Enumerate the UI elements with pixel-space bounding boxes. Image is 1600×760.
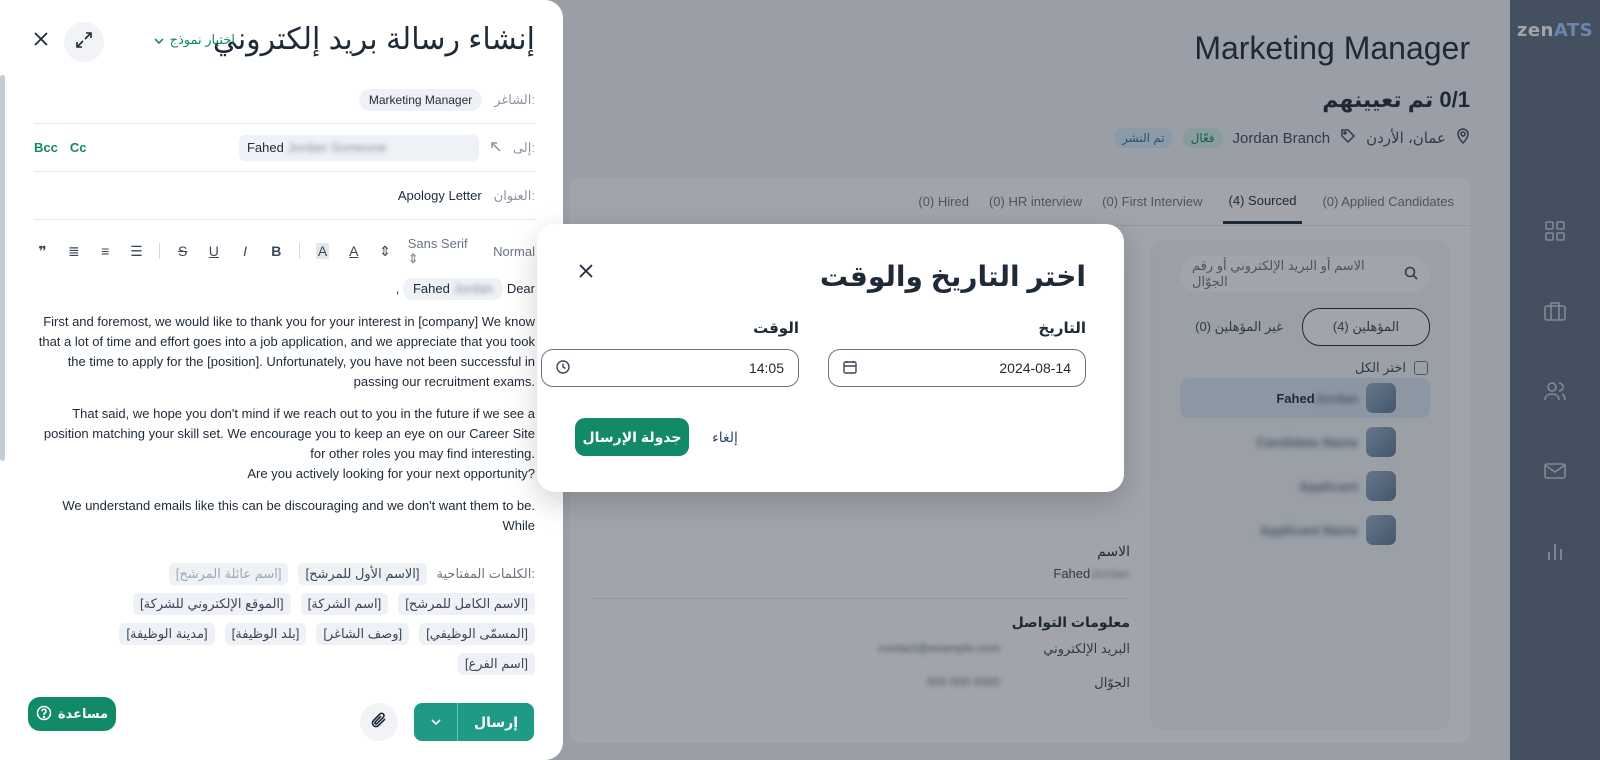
greeting-comma: , [395,281,403,296]
time-label: الوقت [753,320,799,337]
cc-button[interactable]: Cc [70,140,87,155]
schedule-modal: اختر التاريخ والوقت التاريخ الوقت 2024-0… [537,224,1124,492]
highlight-icon[interactable]: A [314,242,331,260]
bcc-button[interactable]: Bcc [34,140,58,155]
keyword-chip[interactable]: [المسمّى الوظيفي] [419,623,535,645]
date-value: 2024-08-14 [999,360,1071,376]
close-composer-button[interactable] [30,30,52,52]
email-composer: إنشاء رسالة بريد إلكتروني اختيار نموذج ا… [0,0,563,760]
subject-label: العنوان: [493,187,535,203]
expand-icon [74,30,94,55]
template-select[interactable]: اختيار نموذج [154,32,235,48]
schedule-send-button[interactable]: جدولة الإرسال [575,418,689,456]
cc-bcc: Bcc Cc [34,140,86,155]
send-options-button[interactable] [414,703,458,741]
close-icon [33,31,49,52]
keyword-chip[interactable]: [وصف الشاغر] [316,623,410,645]
to-row: إلى: Fahed Jordan Someone Bcc Cc [34,124,535,172]
text-color-icon[interactable]: A [345,242,362,260]
toolbar-divider [159,243,160,259]
help-label: مساعدة [57,706,109,721]
clock-icon [556,359,570,377]
vacancy-row: الشاغر: Marketing Manager [34,76,535,124]
attach-button[interactable] [360,703,398,741]
toolbar-divider [298,243,300,259]
editor-toolbar: Normal Sans Serif ⇕ ⇕ A A B I U S ☰ ≡ ≣ … [34,232,535,270]
modal-title: اختر التاريخ والوقت [819,261,1086,292]
time-value: 14:05 [748,360,784,376]
font-select[interactable]: Sans Serif ⇕ [408,236,479,267]
expand-button[interactable] [64,22,104,62]
keywords: الكلمات المفتاحية: [الاسم الأول للمرشح] [… [100,563,535,675]
time-field[interactable]: 14:05 [541,349,799,387]
keywords-label: الكلمات المفتاحية: [436,566,535,581]
close-modal-button[interactable] [575,262,597,284]
subject-input[interactable]: Apology Letter [398,188,482,203]
greeting: Dear [506,281,535,296]
paperclip-icon [370,711,388,734]
composer-title: إنشاء رسالة بريد إلكتروني [212,23,535,56]
body-paragraph: We understand emails like this can be di… [62,498,535,533]
keyword-chip[interactable]: [اسم عائلة المرشح] [168,563,289,585]
keyword-chip[interactable]: [الاسم الكامل للمرشح] [398,593,535,615]
scrollbar[interactable] [0,75,5,461]
blockquote-icon[interactable]: ❞ [34,242,51,260]
bold-icon[interactable]: B [268,242,285,260]
recipient-name-chip: Fahed Jordan [402,278,504,300]
help-button[interactable]: مساعدة [28,697,116,731]
chevron-down-icon [154,33,164,48]
underline-icon[interactable]: U [205,242,222,260]
keyword-chip[interactable]: [اسم الشركة] [300,593,389,615]
numbered-list-icon[interactable]: ≡ [97,242,114,260]
strikethrough-icon[interactable]: S [174,242,191,260]
date-label: التاريخ [1038,320,1086,337]
date-field[interactable]: 2024-08-14 [828,349,1086,387]
help-icon [36,705,52,724]
keyword-chip[interactable]: [مدينة الوظيفة] [119,623,215,645]
bullet-list-icon[interactable]: ☰ [128,242,145,260]
close-icon [578,263,594,284]
keyword-chip[interactable]: [اسم الفرع] [457,653,535,675]
vacancy-chip: Marketing Manager [358,88,483,111]
template-select-label: اختيار نموذج [169,32,235,47]
email-body[interactable]: , Fahed Jordan Dear First and foremost, … [34,278,535,556]
chevron-down-icon [430,715,441,729]
body-paragraph: That said, we hope you don't mind if we … [43,406,535,481]
align-icon[interactable]: ≣ [65,242,82,260]
cancel-button[interactable]: إلغاء [705,418,745,456]
body-paragraph: First and foremost, we would like to tha… [38,314,535,389]
calendar-icon [843,360,857,377]
arrow-up-left-icon [491,140,501,155]
keyword-chip[interactable]: [الموقع الإلكتروني للشركة] [133,593,291,615]
style-select[interactable]: Normal [493,244,535,259]
to-recipient-chip[interactable]: Fahed Jordan Someone [238,134,479,161]
vacancy-label: الشاغر: [494,91,535,107]
to-label: إلى: [512,139,535,155]
send-button-group: إرسال [414,703,534,741]
send-button[interactable]: إرسال [458,703,534,741]
keyword-chip[interactable]: [الاسم الأول للمرشح] [298,563,427,585]
size-select-icon[interactable]: ⇕ [376,242,393,260]
keyword-chip[interactable]: [بلد الوظيفة] [224,623,307,645]
subject-row: العنوان: Apology Letter [34,172,535,220]
italic-icon[interactable]: I [236,242,253,260]
